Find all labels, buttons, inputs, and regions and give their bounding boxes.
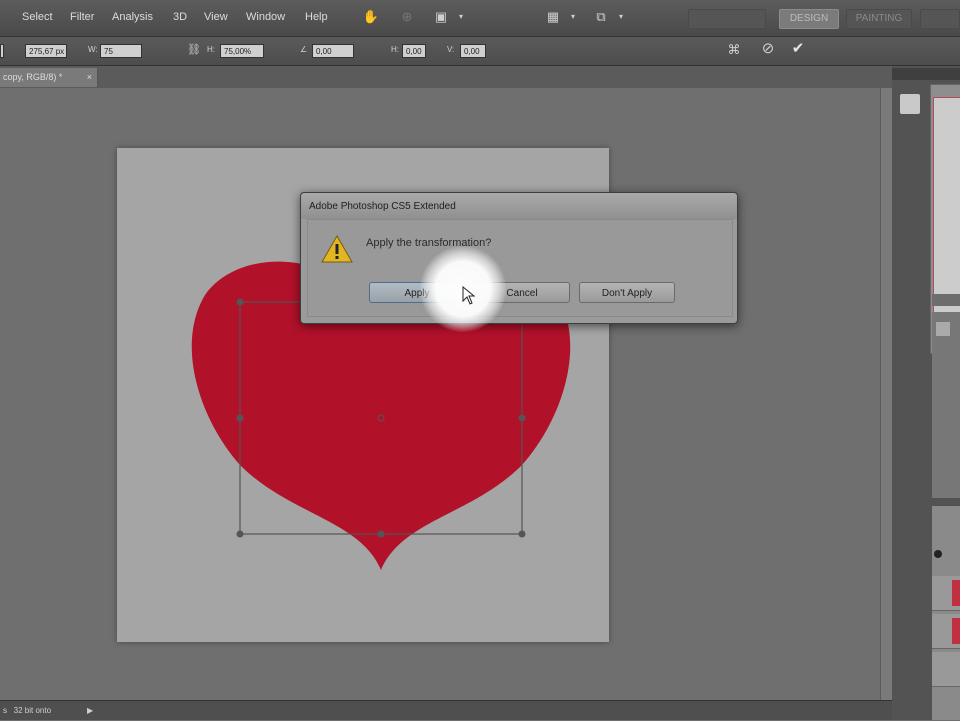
layer-thumbnail bbox=[952, 618, 960, 644]
transform-handle[interactable] bbox=[518, 414, 526, 422]
transform-handle[interactable] bbox=[236, 414, 244, 422]
transform-handle[interactable] bbox=[518, 530, 526, 538]
transform-handle[interactable] bbox=[236, 298, 244, 306]
panel-tab[interactable] bbox=[932, 294, 960, 306]
transform-handle[interactable] bbox=[236, 530, 244, 538]
panel-collapsed-icon[interactable] bbox=[900, 94, 920, 114]
adjustments-panel bbox=[932, 312, 960, 498]
dont-apply-button[interactable]: Don't Apply bbox=[579, 282, 675, 303]
mouse-pointer-icon bbox=[462, 286, 476, 305]
status-menu-arrow-icon[interactable]: ▶ bbox=[87, 701, 93, 721]
apply-transformation-dialog: Adobe Photoshop CS5 Extended Apply the t… bbox=[300, 192, 738, 324]
status-text: s 32 bit onto bbox=[3, 706, 52, 715]
layer-thumbnail bbox=[952, 580, 960, 606]
canvas-artwork bbox=[191, 261, 571, 570]
right-panel-dock bbox=[892, 66, 960, 720]
layer-row[interactable] bbox=[932, 652, 960, 687]
status-bar: s 32 bit onto ▶ bbox=[0, 700, 892, 720]
warning-icon bbox=[321, 234, 353, 263]
eye-icon[interactable] bbox=[934, 550, 942, 558]
layers-panel bbox=[932, 506, 960, 720]
adjustment-icon[interactable] bbox=[936, 322, 950, 336]
panel-header bbox=[892, 68, 960, 80]
dialog-title: Adobe Photoshop CS5 Extended bbox=[301, 193, 737, 219]
transform-handle[interactable] bbox=[377, 530, 385, 538]
